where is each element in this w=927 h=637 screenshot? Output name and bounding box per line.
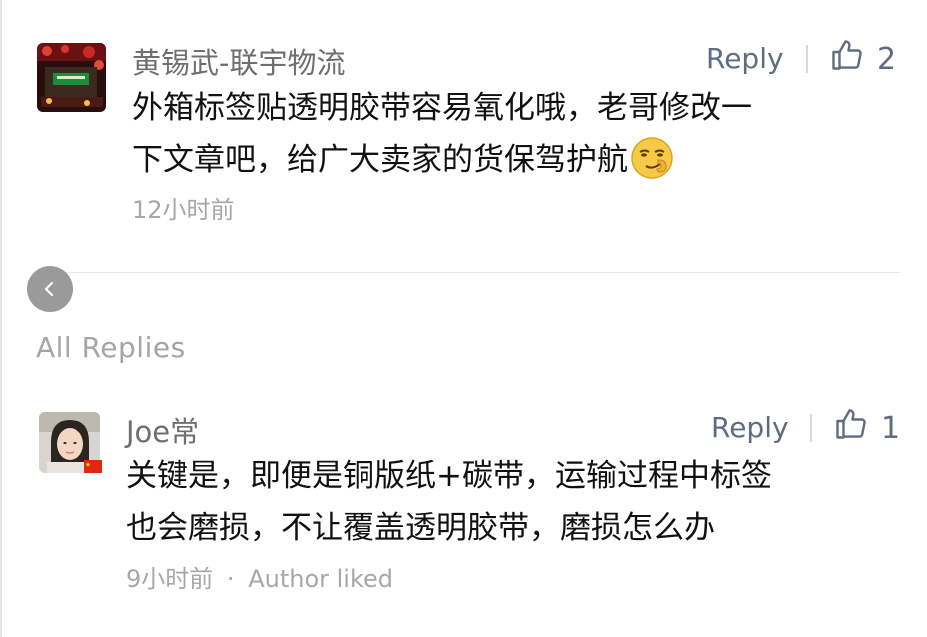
reply-text: 关键是，即便是铜版纸+碳带，运输过程中标签 也会磨损，不让覆盖透明胶带，磨损怎么… xyxy=(126,450,896,554)
china-flag-icon xyxy=(84,458,102,477)
comment-time: 12小时前 xyxy=(132,196,235,224)
reply-text-line: 也会磨损，不让覆盖透明胶带，磨损怎么办 xyxy=(126,510,715,546)
comment-author[interactable]: 黄锡武-联宇物流 xyxy=(132,40,345,82)
all-replies-heading: All Replies xyxy=(36,331,186,364)
comment-text-line: 下文章吧，给广大卖家的货保驾护航 xyxy=(132,134,892,196)
reply-button[interactable]: Reply xyxy=(706,42,784,75)
reply-text-line: 关键是，即便是铜版纸+碳带，运输过程中标签 xyxy=(126,458,772,494)
chevron-left-icon xyxy=(44,281,54,297)
comment-text: 外箱标签贴透明胶带容易氧化哦，老哥修改一 下文章吧，给广大卖家的货保驾护航 xyxy=(132,82,892,196)
separator xyxy=(810,414,812,442)
comment-text-line: 外箱标签贴透明胶带容易氧化哦，老哥修改一 xyxy=(132,90,752,126)
meta-separator: · xyxy=(226,565,235,593)
thumbs-up-icon[interactable] xyxy=(833,406,869,446)
separator xyxy=(806,45,808,73)
reply-button[interactable]: Reply xyxy=(711,411,789,444)
thumbs-up-icon[interactable] xyxy=(829,37,865,77)
like-count: 2 xyxy=(877,42,897,77)
left-edge xyxy=(0,0,2,637)
smirk-emoji-icon xyxy=(630,136,674,196)
comment-text-line-content: 下文章吧，给广大卖家的货保驾护航 xyxy=(132,142,628,178)
back-button[interactable] xyxy=(27,266,73,312)
avatar[interactable] xyxy=(37,43,106,112)
like-count: 1 xyxy=(881,411,901,446)
reply-time: 9小时前 xyxy=(126,565,214,593)
divider xyxy=(36,272,900,273)
author-liked-label: Author liked xyxy=(248,565,394,593)
reply-meta: 9小时前 · Author liked xyxy=(126,559,393,594)
reply-author[interactable]: Joe常 xyxy=(126,409,199,451)
